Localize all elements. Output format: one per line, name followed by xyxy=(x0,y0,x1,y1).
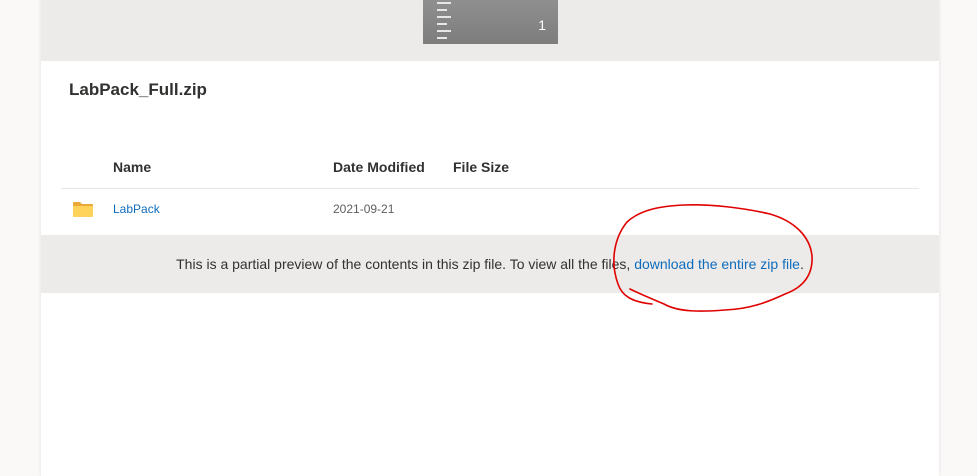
file-name-link[interactable]: LabPack xyxy=(113,202,160,216)
notice-text: This is a partial preview of the content… xyxy=(176,256,635,272)
date-modified-cell: 2021-09-21 xyxy=(333,202,395,216)
zipper-icon xyxy=(437,0,453,44)
partial-preview-notice: This is a partial preview of the content… xyxy=(41,235,939,293)
folder-icon xyxy=(73,202,93,217)
column-header-file-size[interactable]: File Size xyxy=(453,159,509,175)
notice-suffix: . xyxy=(799,256,804,272)
column-header-date-modified[interactable]: Date Modified xyxy=(333,159,425,175)
column-header-name[interactable]: Name xyxy=(113,159,151,175)
download-zip-link[interactable]: download the entire zip file xyxy=(634,256,800,272)
page-number: 1 xyxy=(538,17,546,33)
zip-thumbnail[interactable]: 1 xyxy=(423,0,558,44)
table-row[interactable]: LabPack 2021-09-21 xyxy=(61,190,919,234)
document-preview-band: 1 xyxy=(41,0,939,61)
preview-panel: 1 LabPack_Full.zip Name Date Modified Fi… xyxy=(41,0,939,476)
table-header: Name Date Modified File Size xyxy=(61,157,919,189)
file-title: LabPack_Full.zip xyxy=(69,80,207,99)
